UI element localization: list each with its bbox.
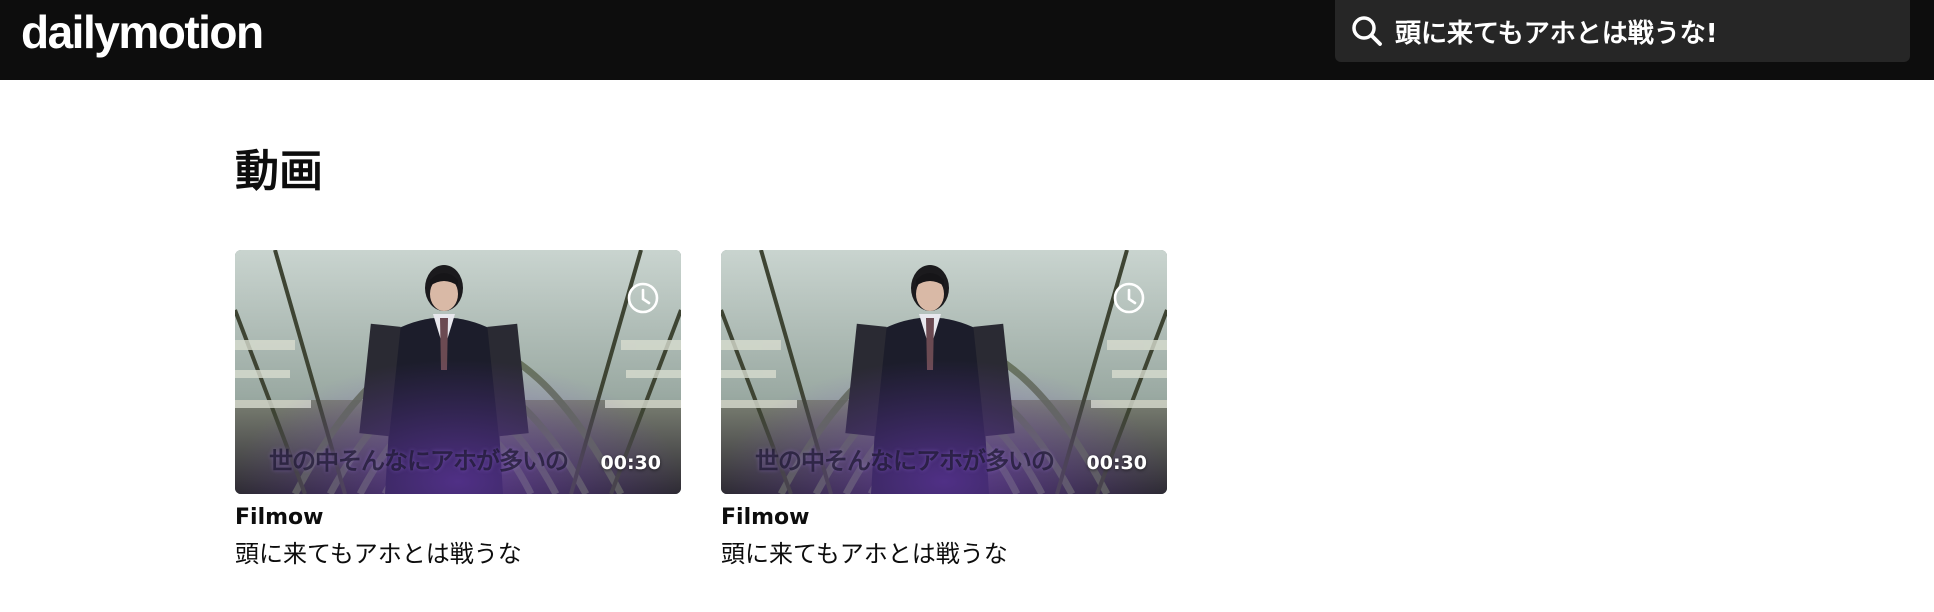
search-input[interactable]: 頭に来てもアホとは戦うな!	[1395, 13, 1718, 50]
video-card[interactable]: 世の中そんなにアホが多いの 00:30 Filmow 頭に来てもアホとは戦うな	[721, 250, 1167, 570]
search-bar[interactable]: 頭に来てもアホとは戦うな!	[1335, 0, 1910, 62]
video-thumbnail[interactable]: 世の中そんなにアホが多いの 00:30	[235, 250, 681, 494]
watch-later-icon[interactable]	[1111, 280, 1147, 316]
dailymotion-logo[interactable]: dailymotion	[21, 6, 264, 58]
watch-later-icon[interactable]	[625, 280, 661, 316]
top-bar: dailymotion 頭に来てもアホとは戦うな!	[0, 0, 1934, 80]
search-icon[interactable]	[1349, 13, 1385, 49]
video-title[interactable]: 頭に来てもアホとは戦うな	[235, 538, 681, 570]
thumbnail-caption: 世の中そんなにアホが多いの	[269, 447, 569, 475]
channel-name[interactable]: Filmow	[721, 504, 1167, 532]
section-title-videos: 動画	[235, 146, 323, 197]
video-thumbnail[interactable]: 世の中そんなにアホが多いの 00:30	[721, 250, 1167, 494]
duration-badge: 00:30	[600, 452, 661, 474]
video-title[interactable]: 頭に来てもアホとは戦うな	[721, 538, 1167, 570]
thumbnail-caption: 世の中そんなにアホが多いの	[755, 447, 1055, 475]
channel-name[interactable]: Filmow	[235, 504, 681, 532]
video-card[interactable]: 世の中そんなにアホが多いの 00:30 Filmow 頭に来てもアホとは戦うな	[235, 250, 681, 570]
duration-badge: 00:30	[1086, 452, 1147, 474]
